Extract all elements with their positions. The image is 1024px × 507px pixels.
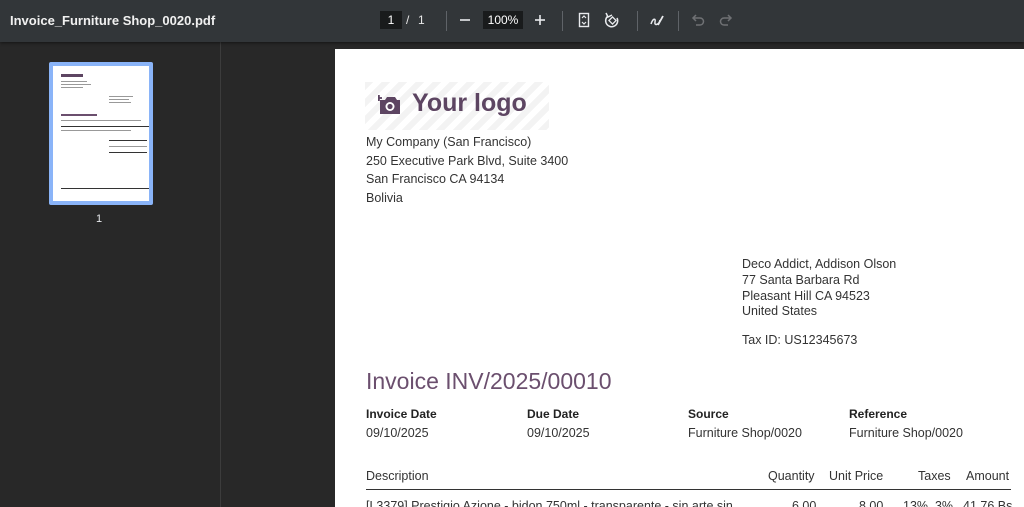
column-header-taxes: Taxes (918, 469, 951, 483)
logo-text: Your logo (412, 89, 527, 117)
toolbar-divider (678, 11, 679, 31)
table-header-rule (366, 489, 1011, 490)
pdf-toolbar: Invoice_Furniture Shop_0020.pdf 1 / 1 10… (0, 0, 1024, 42)
thumbnail-preview (53, 66, 149, 201)
page-thumbnail[interactable] (49, 62, 153, 205)
reference-value: Furniture Shop/0020 (849, 426, 963, 440)
due-date-label: Due Date (527, 407, 580, 421)
thumbnail-page-number: 1 (96, 213, 103, 225)
total-pages: 1 (418, 13, 425, 27)
rotate-icon[interactable] (602, 10, 622, 30)
column-header-amount: Amount (966, 469, 1010, 483)
invoice-title: Invoice INV/2025/00010 (366, 368, 612, 394)
annotate-pen-icon[interactable] (647, 10, 667, 30)
toolbar-divider (562, 11, 563, 31)
customer-country: United States (742, 304, 818, 318)
zoom-level-input[interactable]: 100% (483, 11, 523, 29)
reference-label: Reference (849, 407, 908, 421)
fit-to-page-icon[interactable] (574, 10, 594, 30)
invoice-date-value: 09/10/2025 (366, 426, 429, 440)
undo-icon[interactable] (688, 10, 708, 30)
page-separator: / (406, 13, 410, 27)
source-value: Furniture Shop/0020 (688, 426, 802, 440)
company-name: My Company (San Francisco) (366, 135, 532, 149)
column-header-unit-price: Unit Price (829, 469, 884, 483)
customer-name: Deco Addict, Addison Olson (742, 257, 897, 271)
zoom-in-icon[interactable] (530, 10, 550, 30)
row-taxes: 13%, 3% (903, 499, 954, 507)
toolbar-divider (637, 11, 638, 31)
row-quantity: 6.00 (792, 499, 817, 507)
toolbar-divider (446, 11, 447, 31)
source-label: Source (688, 407, 729, 421)
company-country: Bolivia (366, 191, 403, 205)
row-description: [L3379] Prestigio Azione - bidon 750ml -… (366, 499, 733, 507)
company-street: 250 Executive Park Blvd, Suite 3400 (366, 154, 569, 168)
company-city: San Francisco CA 94134 (366, 172, 505, 186)
customer-city: Pleasant Hill CA 94523 (742, 289, 870, 303)
redo-icon[interactable] (716, 10, 736, 30)
customer-street: 77 Santa Barbara Rd (742, 273, 860, 287)
document-viewer[interactable]: Your logo My Company (San Francisco) 250… (221, 42, 1024, 507)
company-logo: Your logo (365, 82, 549, 130)
customer-tax-id: Tax ID: US12345673 (742, 333, 858, 347)
zoom-out-icon[interactable] (455, 10, 475, 30)
page-number-input[interactable]: 1 (380, 11, 402, 29)
column-header-quantity: Quantity (768, 469, 815, 483)
thumbnail-sidebar: 1 (0, 42, 221, 507)
due-date-value: 09/10/2025 (527, 426, 590, 440)
row-amount: 41.76 Bs (963, 499, 1013, 507)
camera-icon (376, 94, 402, 121)
document-title: Invoice_Furniture Shop_0020.pdf (10, 13, 216, 28)
pdf-page: Your logo My Company (San Francisco) 250… (335, 49, 1024, 507)
row-unit-price: 8.00 (859, 499, 884, 507)
invoice-date-label: Invoice Date (366, 407, 437, 421)
column-header-description: Description (366, 469, 429, 483)
